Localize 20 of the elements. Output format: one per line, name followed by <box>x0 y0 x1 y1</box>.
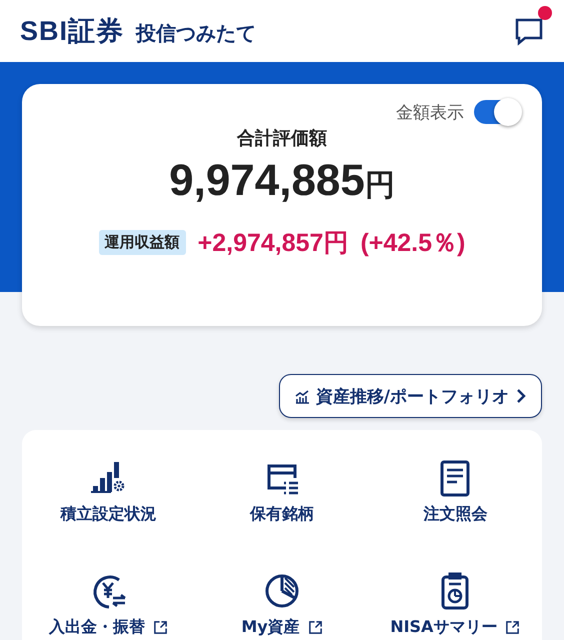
chat-icon[interactable] <box>514 16 544 46</box>
app-title: 投信つみたて <box>136 20 258 46</box>
menu-item[interactable]: 入出金・振替 <box>22 557 196 640</box>
profit-label: 運用収益額 <box>98 230 186 255</box>
toggle-label: 金額表示 <box>396 102 464 124</box>
chevron-right-icon <box>515 388 527 404</box>
menu-item[interactable]: NISAサマリー <box>368 557 542 640</box>
line-chart-icon <box>294 388 310 404</box>
profit-rate: (+42.5％) <box>360 228 466 259</box>
portfolio-button[interactable]: 資産推移/ポートフォリオ <box>278 374 542 418</box>
total-label: 合計評価額 <box>237 127 327 150</box>
menu-item[interactable]: 保有銘柄 <box>195 444 369 557</box>
total-value: 9,974,885 <box>169 156 365 206</box>
menu-item[interactable]: 積立設定状況 <box>22 444 196 557</box>
logo: SBI証券 <box>20 15 124 48</box>
currency-unit: 円 <box>364 167 395 205</box>
menu-item[interactable]: My資産 <box>195 557 369 640</box>
profit-value: +2,974,857円 <box>198 228 348 259</box>
menu-item[interactable]: 注文照会 <box>368 444 542 557</box>
amount-toggle[interactable] <box>474 100 520 124</box>
